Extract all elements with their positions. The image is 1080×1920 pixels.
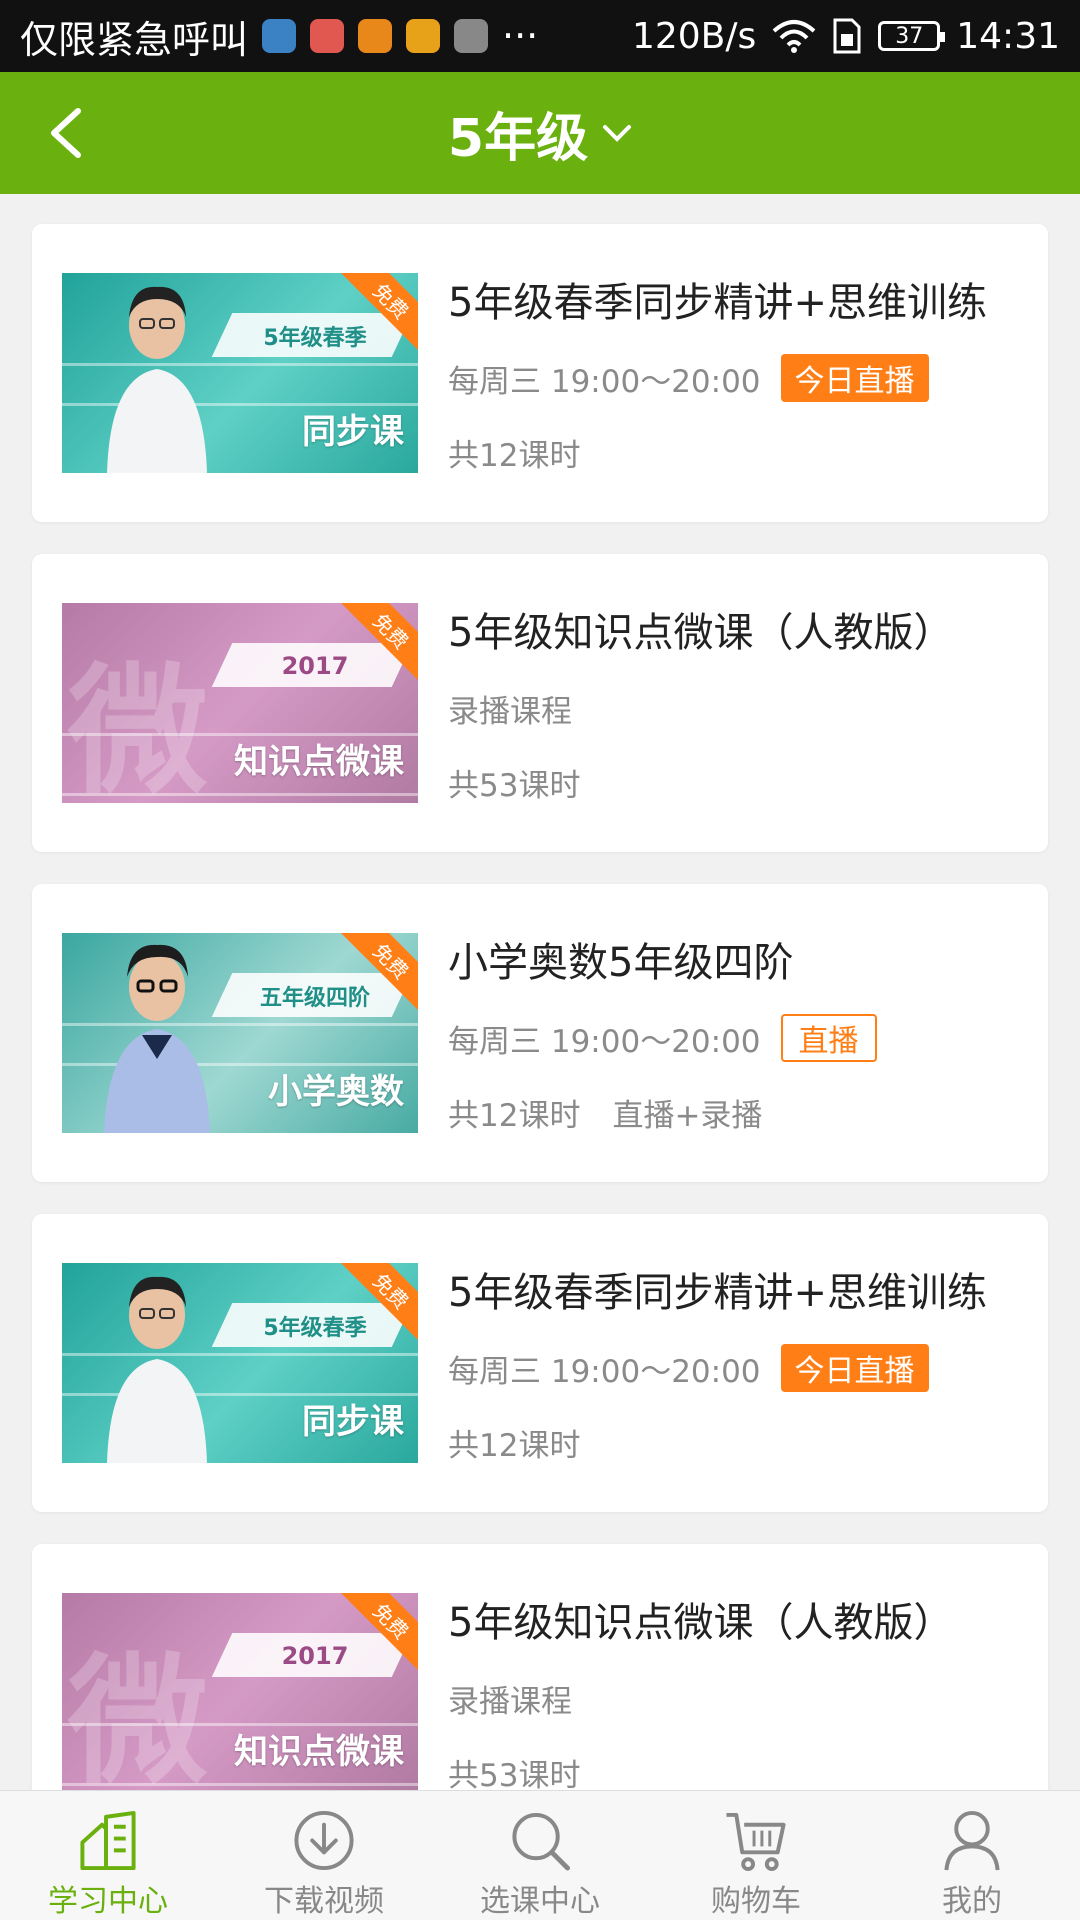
course-card[interactable]: 5年级春季 同步课 免费 5年级春季同步精讲+思维训练 每周三 19:00～20…: [32, 224, 1048, 522]
course-meta-row: 共12课时: [448, 1418, 1020, 1466]
teacher-photo: [107, 286, 207, 473]
course-schedule-row: 每周三 19:00～20:00 直播: [448, 1014, 1020, 1062]
course-type-row: 录播课程: [448, 1674, 1020, 1722]
clock: 14:31: [956, 15, 1060, 57]
nav-study-center[interactable]: 学习中心: [0, 1791, 216, 1920]
page-title: 5年级: [447, 108, 589, 169]
course-thumbnail: 微 2017 知识点微课 免费: [62, 1593, 418, 1790]
more-notifications-icon: ···: [502, 14, 539, 58]
course-thumbnail: 5年级春季 同步课 免费: [62, 273, 418, 473]
course-title: 5年级春季同步精讲+思维训练: [448, 1270, 987, 1316]
cart-icon: [726, 1812, 786, 1872]
course-lessons: 共53课时: [448, 1757, 581, 1791]
chevron-down-icon: [603, 125, 632, 142]
course-thumbnail: 微 2017 知识点微课 免费: [62, 603, 418, 803]
thumb-main-text: 知识点微课: [234, 1732, 404, 1772]
search-icon: [512, 1812, 571, 1871]
sim-icon: [833, 18, 861, 54]
course-info: 5年级知识点微课（人教版） 录播课程 共53课时: [448, 600, 1020, 806]
app-notification-icon: [310, 19, 345, 53]
course-meta-row: 共53课时: [448, 1748, 1020, 1791]
course-title: 小学奥数5年级四阶: [448, 940, 794, 986]
course-schedule: 每周三 19:00～20:00: [448, 363, 761, 400]
wifi-icon: [772, 20, 816, 53]
course-lessons: 共12课时: [448, 1427, 581, 1464]
course-list[interactable]: 5年级春季 同步课 免费 5年级春季同步精讲+思维训练 每周三 19:00～20…: [0, 194, 1080, 1790]
nav-label: 学习中心: [48, 1884, 168, 1919]
nav-mine[interactable]: 我的: [864, 1791, 1080, 1920]
course-thumbnail: 五年级四阶 小学奥数 免费: [62, 933, 418, 1133]
home-icon: [80, 1810, 136, 1871]
course-title: 5年级春季同步精讲+思维训练: [448, 280, 987, 326]
course-schedule: 每周三 19:00～20:00: [448, 1353, 761, 1390]
chevron-left-icon: [51, 108, 81, 158]
course-mode: 直播+录播: [612, 1097, 763, 1134]
course-schedule-row: 每周三 19:00～20:00 今日直播: [448, 354, 1020, 402]
app-notification-icon: [454, 19, 489, 53]
thumb-band-text: 5年级春季: [263, 1316, 367, 1341]
course-thumbnail: 5年级春季 同步课 免费: [62, 1263, 418, 1463]
app-notification-icon: [406, 19, 441, 53]
live-today-badge: 今日直播: [780, 1344, 929, 1392]
network-speed: 120B/s: [631, 15, 757, 57]
course-type: 录播课程: [448, 1683, 572, 1720]
thumb-main-text: 小学奥数: [268, 1072, 404, 1112]
course-schedule: 每周三 19:00～20:00: [448, 1023, 761, 1060]
nav-label: 购物车: [711, 1884, 801, 1919]
thumb-watermark-char: 微: [68, 651, 209, 803]
course-card[interactable]: 微 2017 知识点微课 免费 5年级知识点微课（人教版） 录播课程 共53课时: [32, 1544, 1048, 1790]
thumb-band-text: 5年级春季: [263, 326, 367, 351]
course-title: 5年级知识点微课（人教版）: [448, 610, 954, 656]
app-notification-icon: [262, 19, 297, 53]
course-info: 小学奥数5年级四阶 每周三 19:00～20:00 直播 共12课时 直播+录播: [448, 930, 1020, 1136]
nav-cart[interactable]: 购物车: [648, 1791, 864, 1920]
battery-icon: 37: [878, 21, 946, 51]
course-info: 5年级春季同步精讲+思维训练 每周三 19:00～20:00 今日直播 共12课…: [448, 270, 1020, 476]
thumb-band-text: 2017: [281, 1642, 349, 1670]
status-right: 120B/s 37 14:31: [632, 16, 1060, 57]
course-lessons: 共12课时: [448, 437, 581, 474]
nav-label: 下载视频: [264, 1884, 384, 1919]
thumb-main-text: 同步课: [302, 1402, 404, 1442]
grade-selector[interactable]: 5年级: [448, 96, 632, 171]
user-icon: [944, 1810, 1000, 1871]
bottom-nav: 学习中心 下载视频 选课中心 购物车 我的: [0, 1790, 1080, 1920]
download-icon: [294, 1810, 354, 1871]
course-lessons: 共12课时: [448, 1097, 581, 1134]
app-notification-icon: [358, 19, 393, 53]
nav-download-video[interactable]: 下载视频: [216, 1791, 432, 1920]
carrier-text: 仅限紧急呼叫: [20, 17, 249, 62]
app-header: 5年级: [0, 72, 1080, 194]
nav-course-center[interactable]: 选课中心: [432, 1791, 648, 1920]
course-card[interactable]: 五年级四阶 小学奥数 免费 小学奥数5年级四阶 每周三 19:00～20:00 …: [32, 884, 1048, 1182]
course-meta-row: 共12课时 直播+录播: [448, 1088, 1020, 1136]
live-today-badge: 今日直播: [780, 354, 929, 402]
course-type: 录播课程: [448, 693, 572, 730]
thumb-main-text: 同步课: [302, 412, 404, 452]
course-card[interactable]: 微 2017 知识点微课 免费 5年级知识点微课（人教版） 录播课程 共53课时: [32, 554, 1048, 852]
status-bar: 仅限紧急呼叫 ··· 120B/s 37 14:31: [0, 0, 1080, 72]
teacher-photo: [107, 1276, 207, 1463]
thumb-band-text: 五年级四阶: [259, 986, 370, 1011]
course-info: 5年级知识点微课（人教版） 录播课程 共53课时: [448, 1590, 1020, 1790]
nav-label: 我的: [942, 1884, 1002, 1919]
course-type-row: 录播课程: [448, 684, 1020, 732]
course-meta-row: 共53课时: [448, 758, 1020, 806]
teacher-photo: [104, 944, 210, 1133]
nav-label: 选课中心: [480, 1884, 600, 1919]
course-meta-row: 共12课时: [448, 428, 1020, 476]
course-info: 5年级春季同步精讲+思维训练 每周三 19:00～20:00 今日直播 共12课…: [448, 1260, 1020, 1466]
course-lessons: 共53课时: [448, 767, 581, 804]
course-title: 5年级知识点微课（人教版）: [448, 1600, 954, 1646]
back-button[interactable]: [30, 100, 100, 166]
live-badge: 直播: [780, 1014, 877, 1062]
thumb-main-text: 知识点微课: [234, 742, 404, 782]
status-left: 仅限紧急呼叫 ···: [20, 9, 538, 64]
thumb-watermark-char: 微: [68, 1641, 209, 1790]
thumb-band-text: 2017: [281, 652, 349, 680]
course-card[interactable]: 5年级春季 同步课 免费 5年级春季同步精讲+思维训练 每周三 19:00～20…: [32, 1214, 1048, 1512]
course-schedule-row: 每周三 19:00～20:00 今日直播: [448, 1344, 1020, 1392]
